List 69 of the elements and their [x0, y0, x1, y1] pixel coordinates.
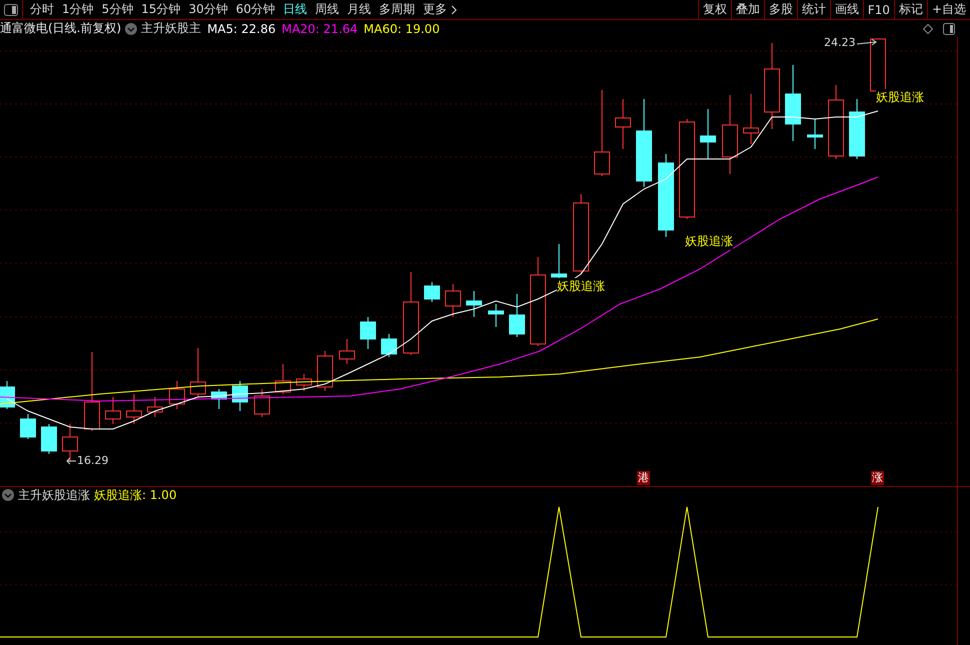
dropdown-icon[interactable]	[2, 489, 14, 501]
arrow-right-icon	[856, 38, 876, 46]
candlestick	[445, 284, 461, 318]
signal-label: 妖股追涨	[685, 233, 733, 250]
panel-toggle-icon[interactable]	[943, 22, 955, 34]
toolbar-button[interactable]: 叠加	[730, 0, 764, 19]
period-tab[interactable]: 15分钟	[137, 1, 185, 18]
period-tab[interactable]: 分时	[26, 1, 58, 18]
candlestick	[190, 348, 206, 398]
signal-label: 妖股追涨	[876, 89, 924, 106]
candlestick	[169, 380, 185, 410]
candlestick	[254, 388, 270, 418]
moving-average-reading: MA60: 19.00	[364, 22, 440, 36]
candlestick	[0, 380, 15, 410]
candlestick	[700, 108, 716, 160]
candlestick	[509, 294, 525, 338]
toolbar-button[interactable]: 标记	[894, 0, 927, 19]
period-tab[interactable]: 5分钟	[98, 1, 138, 18]
toolbar-button[interactable]: +自选	[926, 0, 970, 19]
candlestick	[849, 98, 865, 160]
candlestick	[360, 316, 376, 350]
event-badge[interactable]: 涨	[871, 471, 884, 485]
candlestick	[20, 414, 36, 440]
diamond-icon[interactable]	[923, 24, 933, 34]
low-price-label: 16.29	[77, 454, 108, 467]
toolbar-button[interactable]: 统计	[796, 0, 830, 19]
indicator-reading: 妖股追涨: 1.00	[94, 486, 177, 504]
dropdown-icon[interactable]	[125, 22, 138, 34]
period-tab[interactable]: 1分钟	[58, 1, 98, 18]
toolbar-button[interactable]: 画线	[830, 0, 863, 19]
candlestick	[41, 424, 57, 454]
toolbar-button[interactable]: 复权	[698, 0, 731, 19]
candlestick	[317, 350, 333, 392]
chevron-right-icon	[451, 4, 458, 14]
candlestick	[62, 424, 78, 462]
period-tab[interactable]: 30分钟	[184, 1, 232, 18]
high-price-label: 24.23	[824, 36, 856, 49]
candlestick	[381, 334, 397, 358]
indicator-name: 主升妖股主	[141, 20, 202, 37]
moving-average-reading: MA20: 21.64	[282, 22, 358, 36]
period-tab[interactable]: 多周期	[375, 1, 420, 18]
candlestick	[296, 374, 312, 392]
arrow-left-icon	[66, 456, 76, 464]
candlestick	[232, 380, 248, 412]
period-tab[interactable]: 60分钟	[232, 1, 280, 18]
candlestick	[211, 388, 227, 410]
candlestick	[275, 364, 291, 394]
stock-title: 通富微电(日线.前复权)	[0, 20, 122, 37]
moving-average-reading: MA5: 22.86	[207, 22, 276, 36]
candlestick	[339, 338, 355, 364]
signal-label: 妖股追涨	[557, 278, 605, 295]
indicator-name: 主升妖股追涨	[18, 486, 90, 504]
candlestick	[105, 396, 121, 424]
period-tab[interactable]: 日线	[279, 1, 312, 18]
event-badge[interactable]: 港	[637, 471, 650, 485]
panel-toggle-icon[interactable]	[4, 4, 18, 16]
period-tab[interactable]: 更多	[419, 1, 462, 18]
candlestick	[147, 396, 163, 418]
candlestick	[807, 118, 823, 150]
period-tab[interactable]: 周线	[311, 1, 344, 18]
candlestick	[466, 290, 482, 318]
toolbar-button[interactable]: F10	[862, 0, 894, 19]
candlestick	[615, 98, 631, 150]
candlestick	[424, 282, 440, 302]
candlestick	[126, 394, 142, 424]
toolbar-button[interactable]: 多股	[764, 0, 797, 19]
candlestick	[743, 94, 759, 144]
candlestick	[488, 304, 504, 328]
period-tab[interactable]: 月线	[343, 1, 376, 18]
